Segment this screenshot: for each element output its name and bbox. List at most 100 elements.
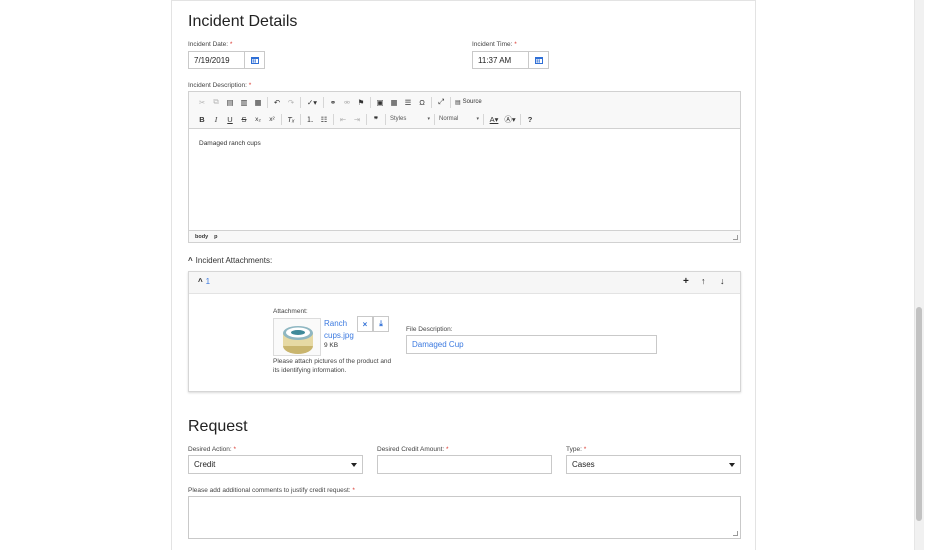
- incident-description-label-text: Incident Description:: [188, 82, 247, 89]
- anchor-flag-icon[interactable]: ⚑: [354, 95, 368, 109]
- required-mark: *: [446, 446, 449, 453]
- required-mark: *: [248, 82, 252, 89]
- superscript-icon[interactable]: x²: [265, 112, 279, 126]
- download-attachment-button[interactable]: ⤓: [373, 316, 389, 332]
- help-text-line-2: its identifying information.: [273, 367, 347, 374]
- credit-amount-input[interactable]: [377, 455, 552, 474]
- special-character-icon[interactable]: Ω: [415, 95, 429, 109]
- paste-text-icon[interactable]: ▥: [237, 95, 251, 109]
- toolbar-separator: [323, 96, 324, 108]
- type-select[interactable]: Cases: [566, 455, 741, 474]
- text-color-icon[interactable]: A▾: [486, 112, 502, 126]
- close-icon: ×: [362, 319, 368, 329]
- incident-description-label: Incident Description: *: [188, 82, 251, 89]
- attachments-header-label: Incident Attachments:: [195, 256, 273, 265]
- chevron-down-icon: ▾: [476, 116, 479, 122]
- attachment-file-size: 9 KB: [324, 342, 339, 349]
- type-label-text: Type:: [566, 446, 582, 453]
- help-icon[interactable]: ?: [523, 112, 537, 126]
- help-text-line-1: Please attach pictures of the product an…: [273, 358, 392, 365]
- underline-icon[interactable]: U: [223, 112, 237, 126]
- chevron-up-icon: ^: [198, 277, 203, 286]
- source-icon: ▤: [455, 99, 461, 106]
- required-mark: *: [514, 41, 517, 48]
- incident-time-input[interactable]: 11:37 AM: [472, 51, 529, 69]
- indent-icon[interactable]: ⇥: [350, 112, 364, 126]
- outdent-icon[interactable]: ⇤: [336, 112, 350, 126]
- incident-date-group: 7/19/2019: [188, 51, 265, 69]
- italic-icon[interactable]: I: [209, 112, 223, 126]
- maximize-icon[interactable]: ⤢: [434, 95, 448, 109]
- toolbar-separator: [434, 113, 435, 125]
- file-description-input[interactable]: Damaged Cup: [406, 335, 657, 354]
- chevron-down-icon: ▾: [427, 116, 430, 122]
- toolbar-separator: [281, 113, 282, 125]
- file-name-line-1: Ranch: [324, 319, 348, 328]
- file-name-line-2: cups.jpg: [324, 331, 354, 340]
- path-element-body[interactable]: body: [195, 234, 208, 240]
- attachments-header[interactable]: ^ Incident Attachments:: [188, 256, 272, 265]
- horizontal-line-icon[interactable]: ☰: [401, 95, 415, 109]
- styles-dropdown[interactable]: Styles ▾: [388, 113, 432, 125]
- add-icon[interactable]: +: [683, 276, 689, 287]
- editor-toolbar-row-1: ✂ ⧉ ▤ ▥ ▦ ↶ ↷ ✓▾ ⚭ ⚮ ⚑ ▣ ▦ ☰ Ω ⤢ ▤ Sourc…: [195, 95, 484, 109]
- paste-icon[interactable]: ▤: [223, 95, 237, 109]
- desired-action-value: Credit: [194, 460, 216, 469]
- numbered-list-icon[interactable]: ⒈: [303, 112, 317, 126]
- editor-resize-handle[interactable]: [733, 235, 738, 240]
- scrollbar-thumb[interactable]: [916, 307, 922, 521]
- desired-action-select[interactable]: Credit: [188, 455, 363, 474]
- toolbar-separator: [370, 96, 371, 108]
- blockquote-icon[interactable]: ❞: [369, 112, 383, 126]
- incident-date-picker-button[interactable]: [245, 51, 265, 69]
- subscript-icon[interactable]: x₂: [251, 112, 265, 126]
- source-button-label: Source: [462, 99, 482, 105]
- type-value: Cases: [572, 460, 595, 469]
- bold-icon[interactable]: B: [195, 112, 209, 126]
- attachment-item-toggle[interactable]: ^ 1: [198, 277, 210, 286]
- comments-textarea[interactable]: [188, 496, 741, 539]
- incident-time-picker-button[interactable]: [529, 51, 549, 69]
- path-element-p[interactable]: p: [214, 234, 217, 240]
- ranch-cup-image: [283, 326, 313, 354]
- undo-icon[interactable]: ↶: [270, 95, 284, 109]
- link-icon[interactable]: ⚭: [326, 95, 340, 109]
- incident-time-group: 11:37 AM: [472, 51, 549, 69]
- incident-date-input[interactable]: 7/19/2019: [188, 51, 245, 69]
- arrow-down-icon[interactable]: ↓: [720, 276, 725, 286]
- attachment-thumbnail[interactable]: [273, 318, 321, 356]
- textarea-resize-handle[interactable]: [733, 531, 738, 536]
- attachment-file-link[interactable]: Ranch cups.jpg: [324, 318, 354, 342]
- caret-down-icon: [351, 462, 357, 467]
- table-icon[interactable]: ▦: [387, 95, 401, 109]
- incident-date-label: Incident Date: *: [188, 41, 232, 48]
- cut-icon[interactable]: ✂: [195, 95, 209, 109]
- spellcheck-icon[interactable]: ✓▾: [303, 95, 321, 109]
- toolbar-separator: [300, 96, 301, 108]
- redo-icon[interactable]: ↷: [284, 95, 298, 109]
- attachment-card: ^ 1 + ↑ ↓: [188, 271, 741, 392]
- editor-content[interactable]: Damaged ranch cups: [199, 140, 261, 147]
- editor-element-path: body p: [189, 230, 740, 242]
- attachment-card-header: ^ 1 + ↑ ↓: [189, 272, 740, 294]
- format-dropdown[interactable]: Normal ▾: [437, 113, 481, 125]
- bulleted-list-icon[interactable]: ☷: [317, 112, 331, 126]
- remove-attachment-button[interactable]: ×: [357, 316, 373, 332]
- remove-format-icon[interactable]: Tₓ: [284, 112, 298, 126]
- copy-icon[interactable]: ⧉: [209, 95, 223, 109]
- desired-action-label-text: Desired Action:: [188, 446, 232, 453]
- paste-word-icon[interactable]: ▦: [251, 95, 265, 109]
- source-button[interactable]: ▤ Source: [453, 95, 484, 109]
- unlink-icon[interactable]: ⚮: [340, 95, 354, 109]
- incident-time-label-text: Incident Time:: [472, 41, 513, 48]
- caret-down-icon: [729, 462, 735, 467]
- strikethrough-icon[interactable]: S: [237, 112, 251, 126]
- toolbar-separator: [267, 96, 268, 108]
- background-color-icon[interactable]: Ⓐ▾: [502, 112, 518, 126]
- arrow-up-icon[interactable]: ↑: [701, 276, 706, 286]
- attachment-label: Attachment:: [273, 308, 308, 315]
- credit-amount-label: Desired Credit Amount: *: [377, 446, 449, 453]
- image-icon[interactable]: ▣: [373, 95, 387, 109]
- editor-toolbar: ✂ ⧉ ▤ ▥ ▦ ↶ ↷ ✓▾ ⚭ ⚮ ⚑ ▣ ▦ ☰ Ω ⤢ ▤ Sourc…: [189, 92, 740, 129]
- chevron-up-icon: ^: [188, 256, 193, 265]
